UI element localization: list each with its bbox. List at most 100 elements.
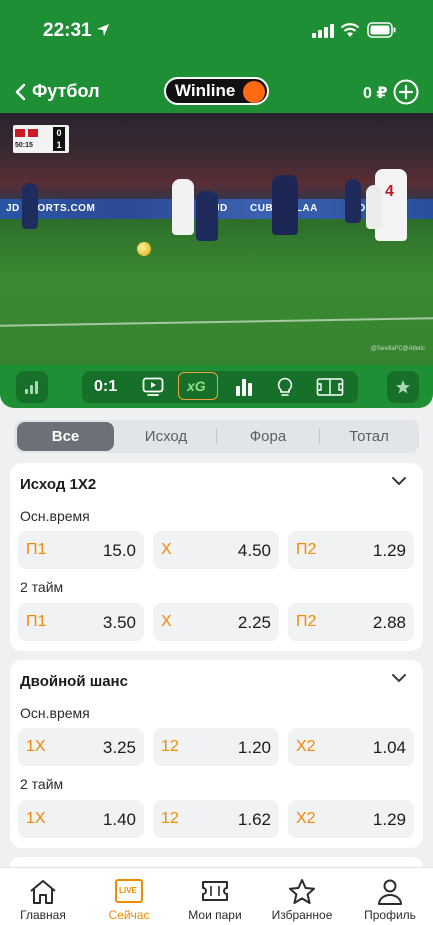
odds-value: 1.62 (237, 810, 271, 829)
odds-value: 4.50 (237, 541, 271, 560)
video-watermark: @SevillaFC@Atletic (370, 346, 425, 352)
back-label: Футбол (32, 81, 100, 101)
odds-key: 1Х (26, 738, 46, 755)
chevron-down-icon[interactable] (391, 672, 407, 684)
tab-outcome[interactable]: Исход (118, 420, 214, 453)
tab-my-bets[interactable]: Мои пари (172, 868, 258, 925)
pitch (0, 219, 433, 365)
live-video[interactable]: JD SPORTS.COM JD CUBRENLAA JD 4 0 50:15 … (0, 113, 433, 365)
header-panel: 22:31 Футбол Winline 0 ₽ JD SPORTS.COM J… (0, 0, 433, 408)
odds-value: 2.25 (237, 613, 271, 632)
period-label: 2 тайм (20, 776, 64, 792)
odds-value: 3.50 (102, 613, 136, 632)
player-blue (272, 175, 298, 235)
chevron-left-icon (15, 83, 26, 100)
odds-button[interactable]: П2 2.88 (288, 603, 414, 641)
odds-key: Х (161, 541, 172, 558)
status-bar: 22:31 (0, 0, 433, 62)
wifi-icon (340, 23, 360, 37)
market-tabs: Все Исход Фора Тотал (14, 420, 419, 453)
player-white (366, 185, 382, 229)
ticket-icon (202, 881, 228, 901)
stats-button[interactable] (16, 371, 48, 403)
odds-button[interactable]: П1 3.50 (18, 603, 144, 641)
odds-key: 1Х (26, 810, 46, 827)
odds-value: 3.25 (102, 738, 136, 757)
player-white (172, 179, 194, 235)
player-number: 4 (385, 183, 394, 200)
odds-key: 12 (161, 810, 179, 827)
xg-label: xG (187, 378, 206, 394)
tab-label: Избранное (271, 908, 333, 922)
chevron-down-icon[interactable] (391, 475, 407, 487)
battery-icon (367, 22, 396, 38)
odds-key: Х2 (296, 810, 316, 827)
odds-key: П1 (26, 613, 47, 630)
odds-key: П1 (26, 541, 47, 558)
bar-chart-icon[interactable] (234, 377, 254, 397)
tab-label: Все (51, 428, 80, 445)
tab-label: Тотал (349, 428, 389, 445)
tab-total[interactable]: Тотал (320, 420, 418, 453)
odds-key: П2 (296, 541, 317, 558)
tab-live[interactable]: LIVE Сейчас (86, 868, 172, 925)
add-funds-icon[interactable] (393, 79, 419, 105)
odds-button[interactable]: 1Х 1.40 (18, 800, 144, 838)
tab-favorites[interactable]: Избранное (259, 868, 345, 925)
tab-home[interactable]: Главная (0, 868, 86, 925)
bottom-tab-bar: Главная LIVE Сейчас Мои пари Избранное П… (0, 867, 433, 925)
match-toolbar: 0:1 xG (82, 371, 358, 403)
odds-button[interactable]: Х 4.50 (153, 531, 279, 569)
period-label: 2 тайм (20, 579, 64, 595)
odds-value: 1.20 (237, 738, 271, 757)
odds-button[interactable]: Х 2.25 (153, 603, 279, 641)
home-icon (30, 880, 56, 904)
cellular-signal-icon (312, 24, 334, 38)
odds-button[interactable]: П2 1.29 (288, 531, 414, 569)
odds-button[interactable]: П1 15.0 (18, 531, 144, 569)
person-icon (378, 879, 402, 905)
signal-bars-icon (25, 381, 38, 394)
odds-value: 15.0 (102, 541, 136, 560)
lightbulb-icon[interactable] (276, 377, 294, 397)
odds-key: Х2 (296, 738, 316, 755)
player-blue (22, 183, 38, 229)
tab-label: Главная (20, 908, 66, 922)
player-blue (345, 179, 361, 223)
odds-value: 1.40 (102, 810, 136, 829)
odds-key: П2 (296, 613, 317, 630)
odds-button[interactable]: 12 1.20 (153, 728, 279, 766)
ball (137, 242, 151, 256)
match-score: 0:1 (94, 378, 118, 395)
period-label: Осн.время (20, 508, 90, 524)
odds-button[interactable]: 1Х 3.25 (18, 728, 144, 766)
tab-label: Профиль (364, 908, 416, 922)
player-blue (196, 191, 218, 241)
status-time: 22:31 (43, 20, 92, 41)
favorite-button[interactable] (387, 371, 419, 403)
tab-label: Фора (249, 428, 287, 445)
tab-handicap[interactable]: Фора (218, 420, 318, 453)
odds-value: 2.88 (372, 613, 406, 632)
board-text: JD SPORTS.COM (6, 203, 96, 214)
tab-label: Мои пари (188, 908, 242, 922)
market-card-1x2: Исход 1Х2 Осн.время П1 15.0 Х 4.50 П2 1.29 … (10, 463, 423, 651)
location-arrow-icon (97, 24, 109, 36)
market-card-double-chance: Двойной шанс Осн.время 1Х 3.25 12 1.20 Х2 1… (10, 660, 423, 848)
odds-button[interactable]: Х2 1.29 (288, 800, 414, 838)
live-badge: LIVE (119, 886, 137, 895)
back-button[interactable]: Футбол (14, 81, 100, 102)
match-clock: 50:15 (15, 141, 33, 149)
xg-button[interactable]: xG (178, 372, 218, 400)
tab-separator (216, 429, 217, 444)
odds-button[interactable]: 12 1.62 (153, 800, 279, 838)
period-label: Осн.время (20, 705, 90, 721)
odds-button[interactable]: Х2 1.04 (288, 728, 414, 766)
market-title: Двойной шанс (20, 673, 128, 690)
tab-all[interactable]: Все (17, 422, 114, 451)
winline-logo: Winline (164, 77, 269, 105)
balance[interactable]: 0 ₽ (363, 83, 387, 103)
field-icon[interactable] (316, 377, 344, 397)
tab-profile[interactable]: Профиль (347, 868, 433, 925)
tv-icon[interactable] (142, 377, 164, 397)
